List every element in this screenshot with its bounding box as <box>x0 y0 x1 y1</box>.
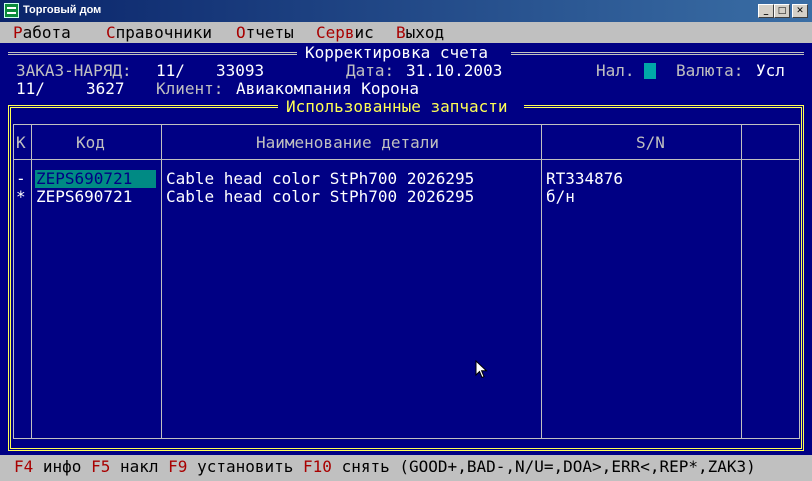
menu-item-rabota[interactable]: Работа <box>13 22 71 43</box>
date-label: Дата: <box>346 61 395 80</box>
client-label: Клиент: <box>156 79 224 98</box>
menu-item-spravochniki[interactable]: Справочники <box>106 22 212 43</box>
row-sn: б/н <box>546 187 575 206</box>
window-title: Торговый дом <box>23 4 102 16</box>
minimize-button[interactable]: _ <box>758 4 774 18</box>
order-number: 33093 <box>216 61 265 80</box>
column-header-sn: S/N <box>636 133 665 152</box>
order-label: ЗАКАЗ-НАРЯД: <box>16 61 132 80</box>
row-sn: RT334876 <box>546 169 624 188</box>
maximize-icon: □ <box>777 6 787 16</box>
close-icon: ✕ <box>796 6 804 16</box>
row-code[interactable]: ZEPS690721 <box>36 188 132 206</box>
f4-key[interactable]: F4 <box>14 457 33 476</box>
row-mark: - <box>16 169 26 188</box>
nal-indicator[interactable] <box>644 63 656 79</box>
client-value: Авиакомпания Корона <box>236 79 420 98</box>
nal-label: Нал. <box>596 61 635 80</box>
menu-bar: Работа Справочники Отчеты Сервис Выход <box>0 22 812 43</box>
date-value: 31.10.2003 <box>406 61 503 80</box>
mouse-cursor-icon <box>475 360 488 379</box>
f4-label: инфо <box>42 457 82 476</box>
minimize-icon: _ <box>763 6 769 16</box>
currency-value: Усл <box>756 61 785 80</box>
f10-label: снять <box>341 457 390 476</box>
menu-item-otchety[interactable]: Отчеты <box>236 22 294 43</box>
status-legend: (GOOD+,BAD-,N/U=,DOA>,ERR<,REP*,ZAK3) <box>399 457 756 476</box>
f10-key[interactable]: F10 <box>303 457 332 476</box>
column-header-k: К <box>16 133 26 152</box>
line2-prefix: 11/ <box>16 79 45 98</box>
close-button[interactable]: ✕ <box>792 4 808 18</box>
function-key-bar: F4 инфо F5 накл F9 установить F10 снять … <box>0 455 812 481</box>
column-header-code: Код <box>76 133 105 152</box>
line2-number: 3627 <box>86 79 125 98</box>
f5-label: накл <box>119 457 159 476</box>
f9-key[interactable]: F9 <box>168 457 187 476</box>
currency-label: Валюта: <box>676 61 744 80</box>
row-name: Cable head color StPh700 2026295 <box>166 169 475 188</box>
app-icon[interactable] <box>4 3 19 18</box>
form-title: Корректировка счета <box>305 43 489 62</box>
title-bar: Торговый дом _ □ ✕ <box>0 0 812 22</box>
menu-item-vyhod[interactable]: Выход <box>396 22 444 43</box>
row-code[interactable]: ZEPS690721 <box>36 170 132 188</box>
row-mark: * <box>16 187 26 206</box>
order-prefix: 11/ <box>156 61 185 80</box>
parts-title: Использованные запчасти <box>286 97 508 116</box>
f9-label: установить <box>197 457 294 476</box>
row-name: Cable head color StPh700 2026295 <box>166 187 475 206</box>
f5-key[interactable]: F5 <box>91 457 110 476</box>
menu-item-servis[interactable]: Сервис <box>316 22 374 43</box>
maximize-button[interactable]: □ <box>774 4 790 18</box>
column-header-name: Наименование детали <box>256 133 440 152</box>
